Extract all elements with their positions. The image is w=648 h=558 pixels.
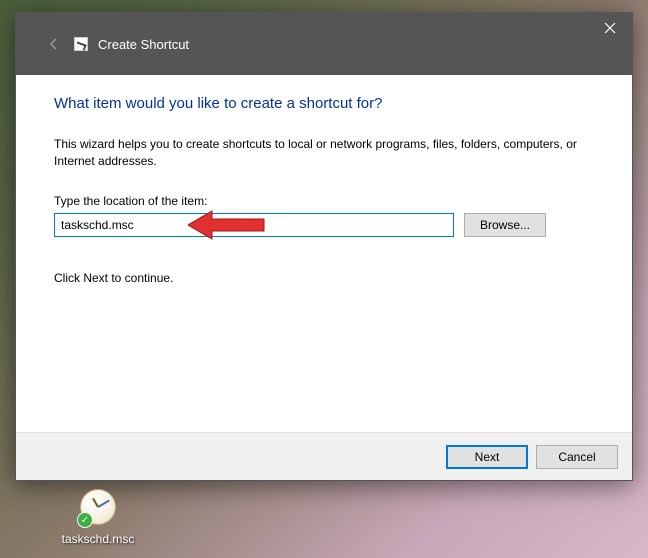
- cancel-button[interactable]: Cancel: [536, 445, 618, 469]
- location-label: Type the location of the item:: [54, 194, 594, 208]
- location-row: Browse...: [54, 213, 594, 237]
- dialog-footer: Next Cancel: [16, 432, 632, 480]
- dialog-heading: What item would you like to create a sho…: [54, 95, 594, 112]
- next-button[interactable]: Next: [446, 445, 528, 469]
- create-shortcut-dialog: Create Shortcut What item would you like…: [15, 12, 633, 481]
- desktop-shortcut-label: taskschd.msc: [60, 532, 136, 546]
- location-input[interactable]: [54, 213, 454, 237]
- desktop-shortcut[interactable]: ✓ taskschd.msc: [60, 486, 136, 546]
- back-button[interactable]: [44, 34, 64, 54]
- dialog-title: Create Shortcut: [98, 37, 189, 52]
- shortcut-icon: [74, 37, 88, 51]
- titlebar: Create Shortcut: [16, 13, 632, 75]
- continue-text: Click Next to continue.: [54, 271, 594, 285]
- dialog-content: What item would you like to create a sho…: [16, 75, 632, 432]
- browse-button[interactable]: Browse...: [464, 213, 546, 237]
- check-overlay-icon: ✓: [77, 512, 93, 528]
- close-button[interactable]: [587, 13, 632, 43]
- task-scheduler-icon: ✓: [77, 486, 119, 528]
- dialog-description: This wizard helps you to create shortcut…: [54, 136, 594, 170]
